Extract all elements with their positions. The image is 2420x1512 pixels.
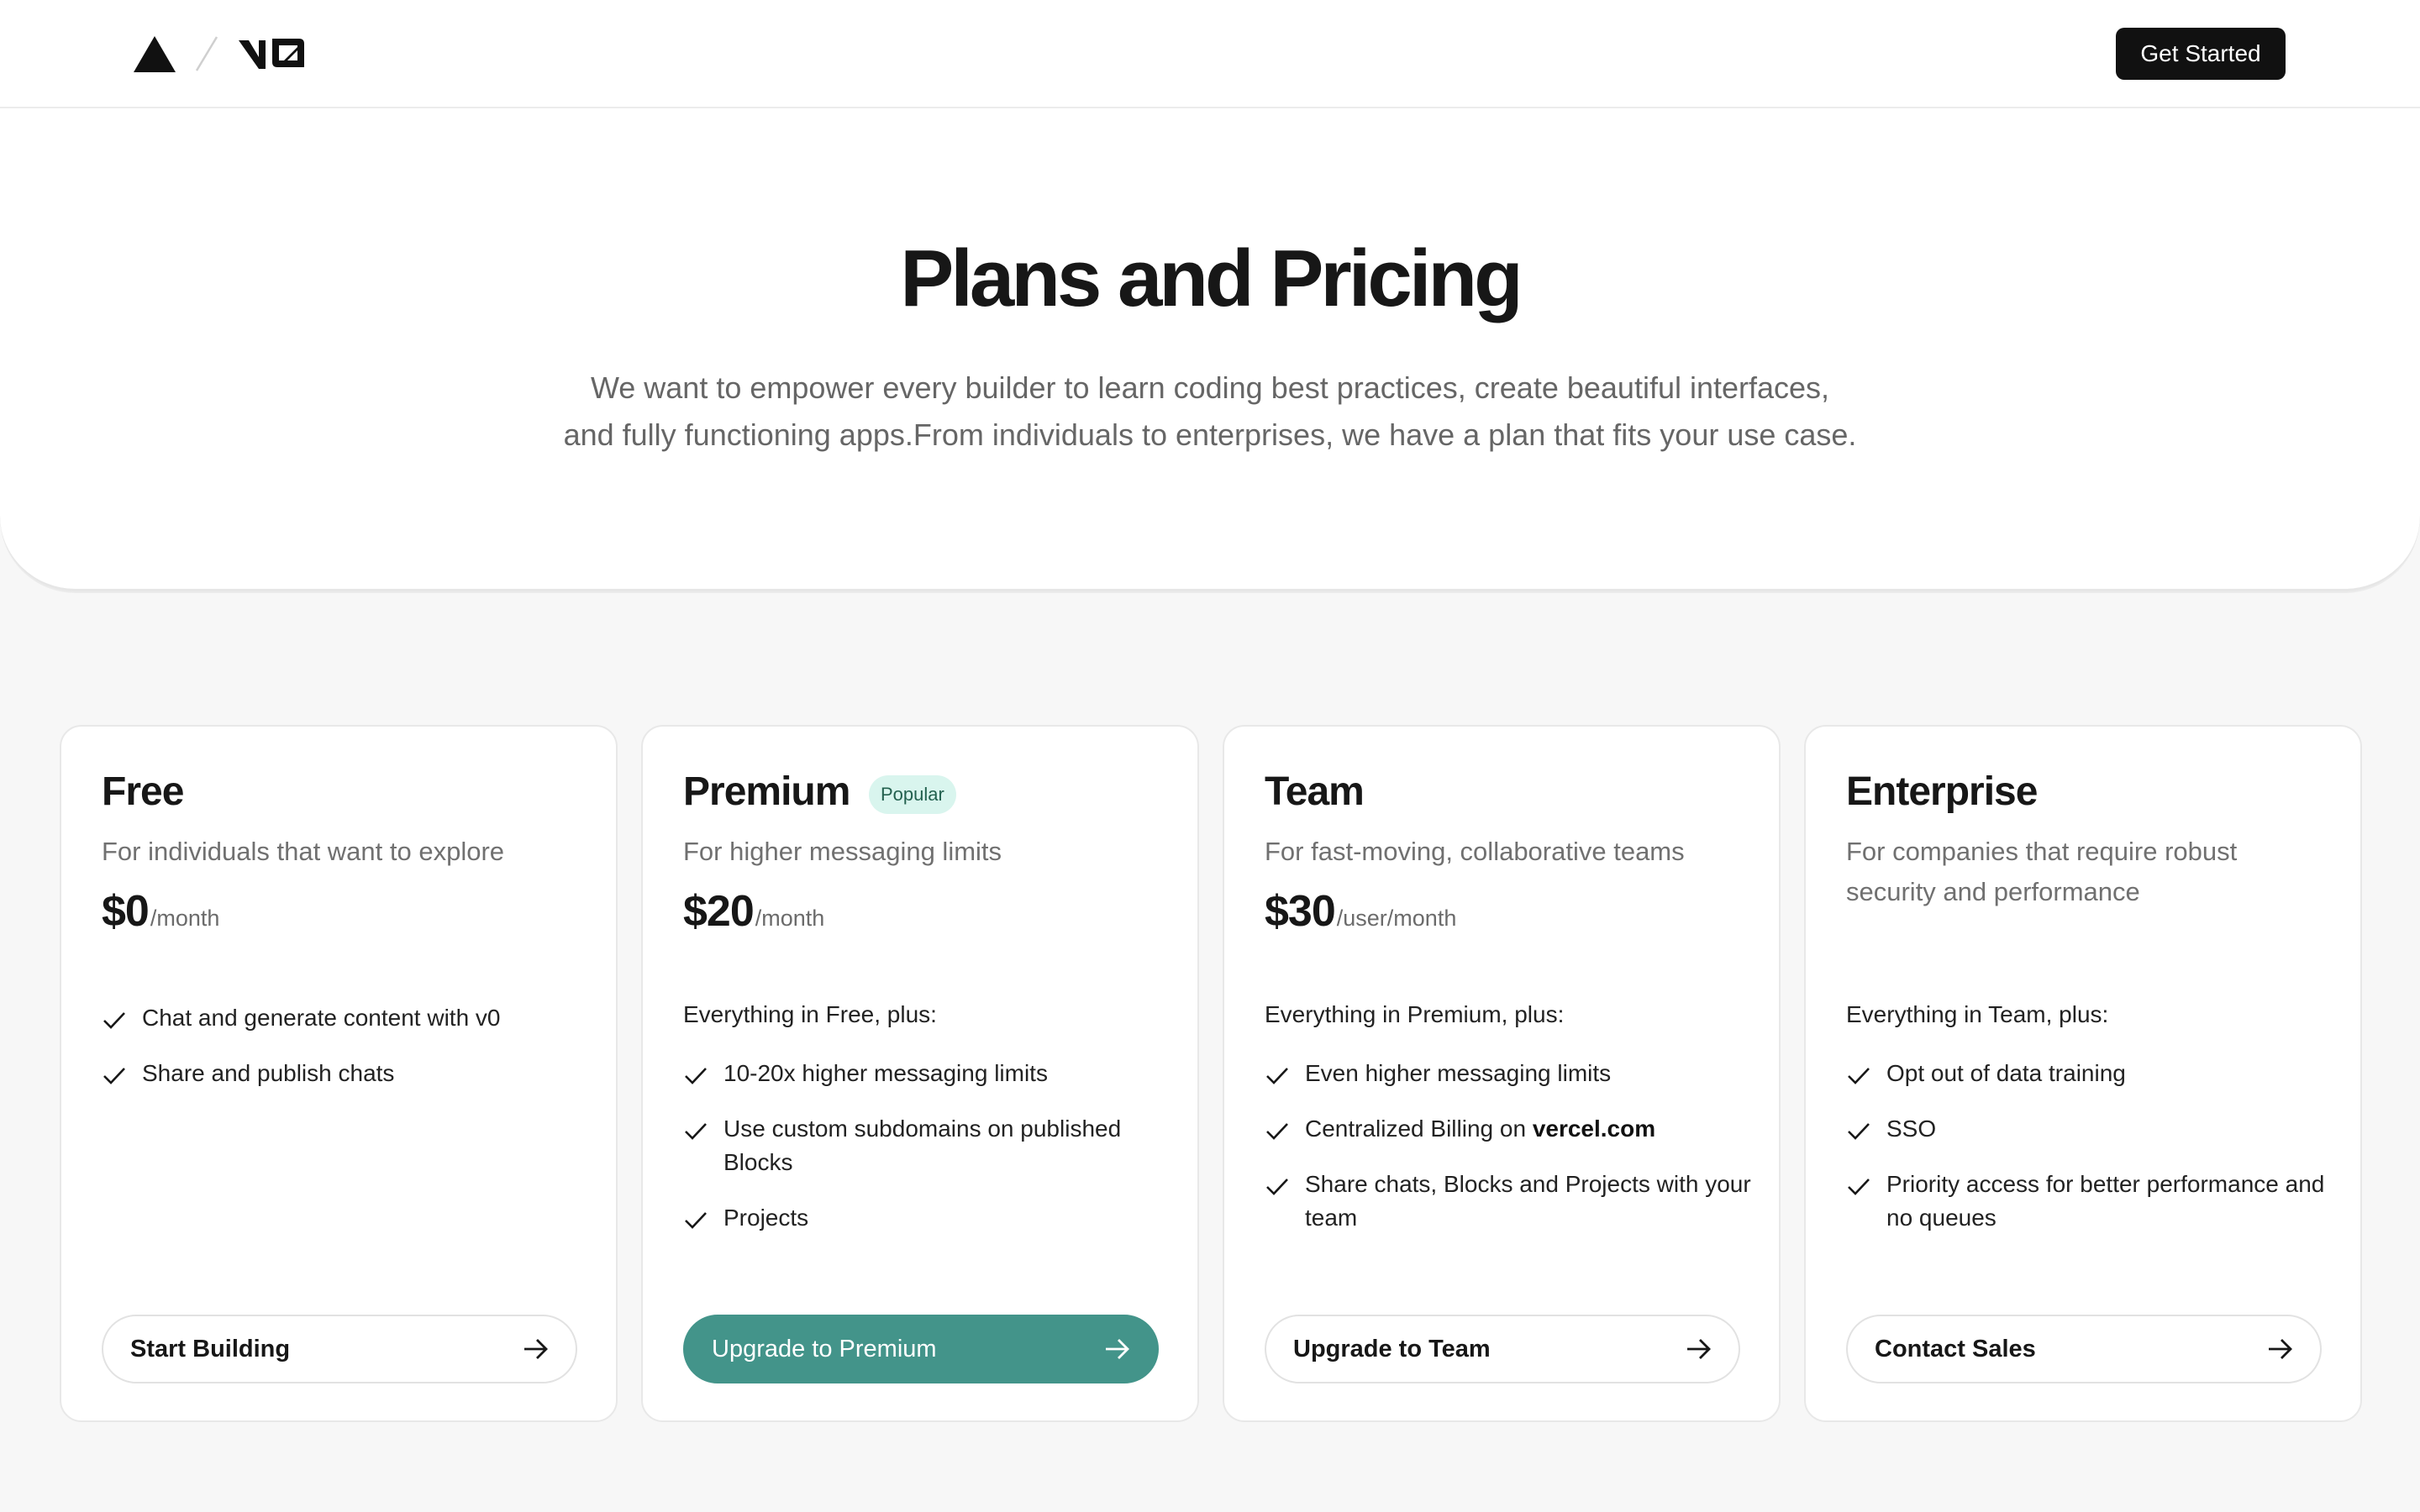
v0-logo-icon [239,39,304,69]
get-started-button[interactable]: Get Started [2116,28,2286,80]
includes-text: Everything in Free, plus: [683,1001,937,1027]
feature-item: Centralized Billing on vercel.com [1265,1112,1752,1146]
arrow-right-icon [1687,1339,1711,1359]
start-building-button[interactable]: Start Building [102,1315,577,1383]
feature-list: Even higher messaging limits Centralized… [1265,1057,1752,1257]
price-unit: /month [150,906,220,931]
check-icon [1266,1123,1288,1140]
feature-item: Chat and generate content with v0 [102,1001,589,1035]
plan-price: $0 /month [102,886,219,937]
feature-text: Even higher messaging limits [1305,1060,1612,1086]
check-icon [1266,1068,1288,1084]
plan-name: Team [1265,769,1365,814]
divider-slash-icon [195,36,218,71]
feature-list: 10-20x higher messaging limits Use custo… [683,1057,1171,1257]
feature-text: Share chats, Blocks and Projects with yo… [1305,1171,1751,1231]
feature-item: Use custom subdomains on published Block… [683,1112,1171,1179]
upgrade-team-button[interactable]: Upgrade to Team [1265,1315,1740,1383]
plan-description: For companies that require robust securi… [1846,837,2238,906]
price-amount: $0 [102,887,150,936]
check-icon [685,1123,707,1140]
check-icon [685,1212,707,1229]
vercel-triangle-icon [134,36,176,72]
feature-text: SSO [1886,1116,1937,1142]
subtitle-line-1: We want to empower every builder to lear… [590,370,1830,405]
price-unit: /user/month [1336,906,1457,931]
plan-card-team: Team For fast-moving, collaborative team… [1223,725,1781,1422]
page-title: Plans and Pricing [900,234,1523,323]
feature-item: SSO [1846,1112,2333,1146]
feature-text: Centralized Billing on [1305,1116,1533,1142]
feature-text: Share and publish chats [142,1060,395,1086]
cta-label: Contact Sales [1875,1335,2036,1362]
plan-name: Free [102,769,184,814]
check-icon [1266,1179,1288,1195]
plan-price: $20 /month [683,886,824,937]
price-amount: $30 [1265,887,1336,936]
feature-item: Even higher messaging limits [1265,1057,1752,1090]
feature-item: Share chats, Blocks and Projects with yo… [1265,1168,1752,1235]
feature-text: Use custom subdomains on published Block… [723,1116,1122,1175]
hero-section: Plans and Pricing We want to empower eve… [0,108,2420,591]
cta-label: Upgrade to Premium [712,1335,937,1362]
feature-text: Projects [723,1205,809,1231]
includes-text: Everything in Premium, plus: [1265,1001,1565,1027]
vercel-link[interactable]: vercel.com [1533,1116,1655,1142]
plan-description: For individuals that want to explore [102,837,505,866]
check-icon [1848,1068,1870,1084]
check-icon [103,1012,125,1029]
upgrade-premium-button[interactable]: Upgrade to Premium [683,1315,1159,1383]
check-icon [1848,1179,1870,1195]
logo-group[interactable] [133,32,306,76]
plan-name: Premium [683,769,850,814]
feature-item: Share and publish chats [102,1057,589,1090]
feature-text: Priority access for better performance a… [1886,1171,2325,1231]
plan-name: Enterprise [1846,769,2038,814]
feature-text: Chat and generate content with v0 [142,1005,501,1031]
top-nav: Get Started [0,0,2420,108]
check-icon [103,1068,125,1084]
cta-label: Start Building [130,1335,291,1362]
plan-card-enterprise: Enterprise For companies that require ro… [1804,725,2362,1422]
subtitle-line-2: and fully functioning apps.From individu… [563,417,1857,452]
arrow-right-icon [2269,1339,2292,1359]
plan-price: $30 /user/month [1265,886,1456,937]
plan-card-free: Free For individuals that want to explor… [60,725,618,1422]
arrow-right-icon [524,1339,548,1359]
feature-text: Opt out of data training [1886,1060,2126,1086]
check-icon [685,1068,707,1084]
price-amount: $20 [683,887,755,936]
contact-sales-button[interactable]: Contact Sales [1846,1315,2322,1383]
cta-label: Upgrade to Team [1293,1335,1491,1362]
price-unit: /month [755,906,825,931]
feature-list: Chat and generate content with v0 Share … [102,1001,589,1112]
includes-text: Everything in Team, plus: [1846,1001,2109,1027]
feature-item: Opt out of data training [1846,1057,2333,1090]
feature-item: Priority access for better performance a… [1846,1168,2333,1235]
popular-badge: Popular [869,775,956,814]
feature-text: 10-20x higher messaging limits [723,1060,1048,1086]
plan-description: For fast-moving, collaborative teams [1265,837,1685,866]
plan-card-premium: Premium Popular For higher messaging lim… [641,725,1199,1422]
plan-description: For higher messaging limits [683,837,1002,866]
page-subtitle: We want to empower every builder to lear… [454,365,1966,459]
check-icon [1848,1123,1870,1140]
feature-item: 10-20x higher messaging limits [683,1057,1171,1090]
feature-list: Opt out of data training SSO Priority ac… [1846,1057,2333,1257]
arrow-right-icon [1106,1339,1129,1359]
feature-item: Projects [683,1201,1171,1235]
